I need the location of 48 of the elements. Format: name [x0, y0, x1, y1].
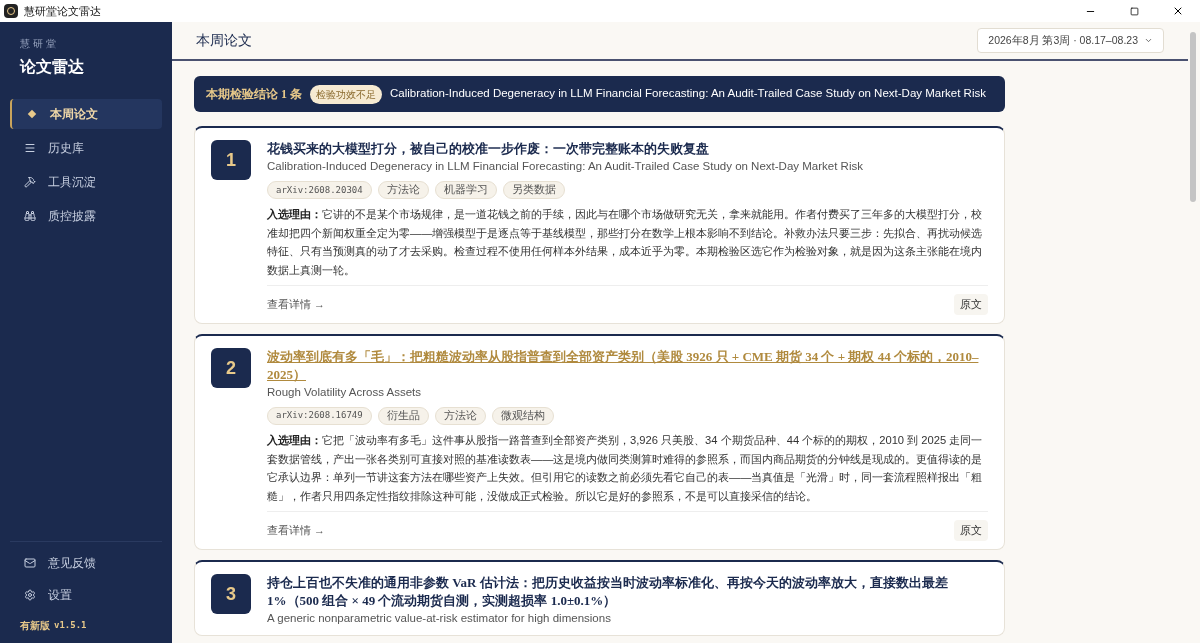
- tag: 机器学习: [434, 181, 497, 200]
- brand-caption: 慧 研 堂: [20, 37, 57, 51]
- paper-subtitle: Rough Volatility Across Assets: [267, 384, 423, 400]
- app-icon: [4, 4, 18, 18]
- menu-icon: [24, 142, 36, 154]
- week-select[interactable]: 2026年8月 第3周 · 08.17–08.23: [977, 27, 1164, 54]
- tag: 方法论: [377, 181, 429, 200]
- banner-label: 本期检验结论 1 条: [206, 86, 302, 103]
- reason-text: 入选理由：它讲的不是某个市场规律，是一道花钱之前的手续，因此与在哪个市场做研究无关，拿来就能用。作者付费买了三年多的大模型打分，校准却把四个新闻权重全定为零——增强模型于是逐点等于基线模型，那些打分在数学上根本影响不到结论。补救办法只要三步：先拟合、再扰动候选特征、只有当预测真的动了才去采购。检查过程不使用任何样本外结果，成本近乎为零。本期检验区选它作为检验对象，就是因为这条主张能在境内数据上真测一轮。: [267, 207, 984, 278]
- details-link[interactable]: 查看详情 →: [267, 296, 326, 313]
- nav-item[interactable]: 工具沉淀: [10, 167, 162, 197]
- tag: 衍生品: [377, 407, 429, 425]
- status-badge: 检验功效不足: [310, 84, 382, 104]
- source-button[interactable]: 原文: [954, 294, 988, 315]
- nav-item[interactable]: 设置: [10, 582, 162, 608]
- close-icon: [1172, 5, 1184, 17]
- source-button[interactable]: 原文: [954, 520, 988, 541]
- nav-item[interactable]: 本周论文: [10, 99, 162, 129]
- paper-title[interactable]: 持仓上百也不失准的通用非参数 VaR 估计法：把历史收益按当时波动率标准化、再按今天的波动率放大，直接数出最差 1%（500 组合 × 49 个流动期货自测，实测超损率 1.0±0.1%）: [267, 573, 988, 610]
- paper-title[interactable]: 花钱买来的大模型打分，被自己的校准一步作废：一次带完整账本的失败复盘: [267, 140, 988, 158]
- tag: arXiv:2608.20304: [267, 181, 372, 200]
- paper-subtitle: A generic nonparametric value-at-risk estimator for high dimensions: [267, 610, 612, 626]
- mail-icon: [24, 557, 36, 569]
- binoculars-icon: [24, 210, 36, 222]
- tag: 微观结构: [491, 407, 554, 425]
- nav-item[interactable]: 意见反馈: [10, 550, 162, 576]
- caret-icon: [1144, 36, 1153, 45]
- tag: 另类数据: [502, 181, 565, 200]
- rank-badge: 3: [211, 573, 251, 614]
- tag: arXiv:2608.16749: [267, 407, 372, 425]
- paper-subtitle: Calibration-Induced Degeneracy in LLM Financial Forecasting: An Audit-Trailed Case Study on Next-Day Market Risk: [267, 159, 864, 174]
- nav-item[interactable]: 质控披露: [10, 201, 162, 231]
- version-label: v1.5.1: [54, 618, 87, 632]
- details-link[interactable]: 查看详情 →: [267, 522, 326, 539]
- tag: 方法论: [434, 407, 486, 425]
- nav-item[interactable]: 历史库: [10, 133, 162, 163]
- rank-badge: 2: [211, 347, 251, 388]
- update-label[interactable]: 有新版: [20, 618, 50, 633]
- page-title: 本周论文: [196, 32, 252, 50]
- window-title: 慧研堂论文雷达: [24, 3, 101, 19]
- scrollbar[interactable]: [1190, 32, 1196, 202]
- rank-badge: 1: [211, 140, 251, 180]
- banner-paper-link[interactable]: Calibration-Induced Degeneracy in LLM Financial Forecasting: An Audit-Trailed Case Study on Next-Day Market Risk: [390, 85, 986, 103]
- brand-title: 论文雷达: [20, 57, 85, 77]
- maximize-icon: [1129, 6, 1139, 16]
- reason-text: 入选理由：它把「波动率有多毛」这件事从股指一路普查到全部资产类别，3,926 只美股、34 个期货品种、44 个标的的期权，2010 到 2025 走同一套数据管线，产出一张各类别可直接对照的基准读数表——这是境内做同类测算时难得的参照系，而国内商品期货的分钟线是现成的。更值得读的是它承认边界：单列一节讲这套方法在哪些资产上失效。但引用它的读数之前必须先看它自己的表——当真值是「光滑」时，同一套流程照样报出「粗糙」，作者只用四条定性指纹排除这种可能，没做成正式检验。所以它是好的参照系，不是可以直接采信的结论。: [267, 433, 984, 504]
- hammer-icon: [24, 176, 36, 188]
- settings-icon: [24, 589, 36, 601]
